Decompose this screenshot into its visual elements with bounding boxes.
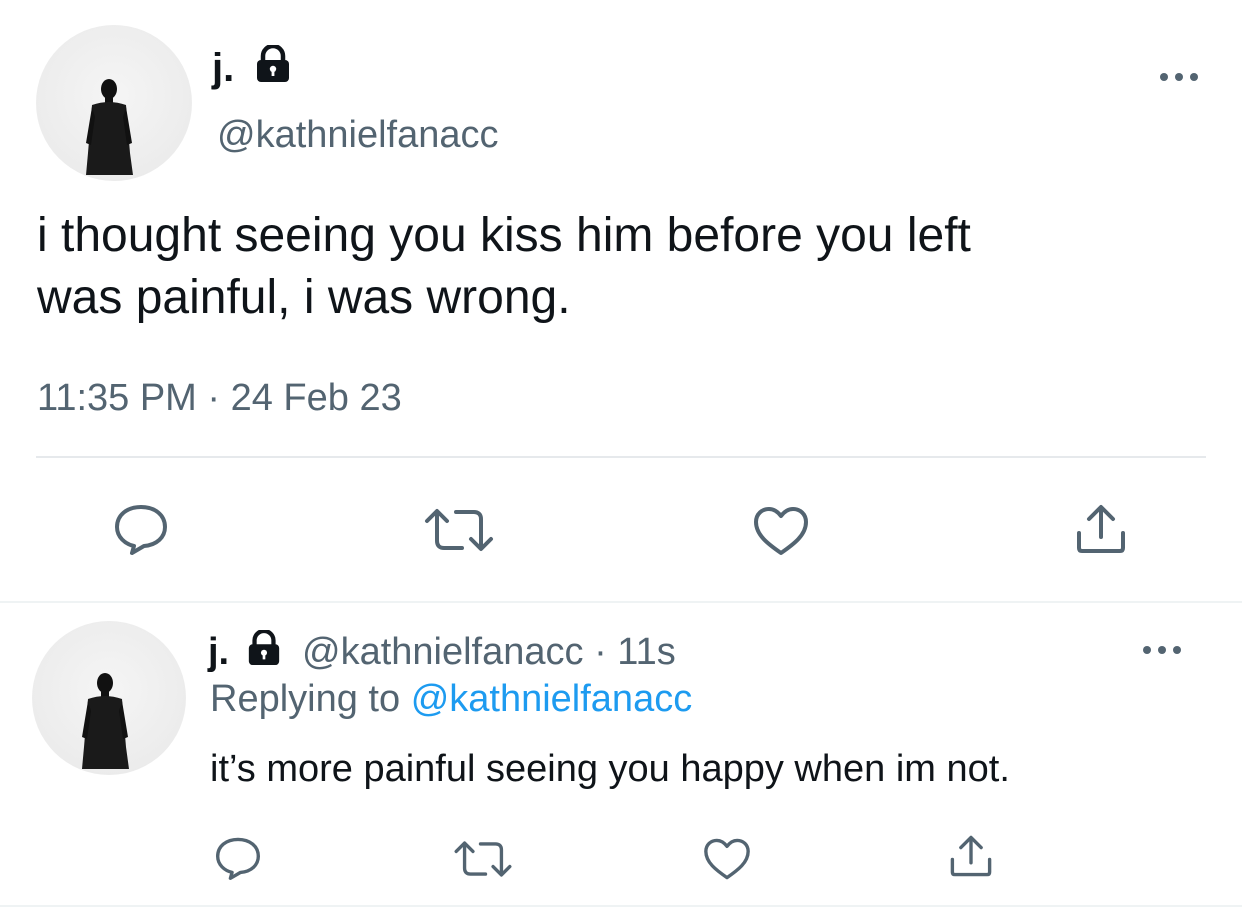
reply-display-name[interactable]: j. [208,629,229,675]
replying-to-line: Replying to @kathnielfanacc [210,676,692,722]
lock-icon [252,45,294,83]
replying-to-label: Replying to [210,678,401,720]
person-silhouette-icon [82,673,129,769]
reply-avatar[interactable] [32,621,186,775]
main-display-name[interactable]: j. [212,44,234,92]
main-timestamp[interactable]: 11:35 PM · 24 Feb 23 [37,375,402,421]
more-icon[interactable] [1159,70,1199,88]
main-avatar[interactable] [36,25,192,181]
reply-tweet-text: it’s more painful seeing you happy when … [210,748,1010,790]
like-icon[interactable] [702,837,752,881]
reply-icon[interactable] [112,503,170,555]
tweet-separator [0,601,1242,603]
divider [36,456,1206,458]
retweet-icon[interactable] [422,505,496,555]
person-silhouette-icon [86,79,133,175]
main-handle[interactable]: @kathnielfanacc [217,112,499,158]
retweet-icon[interactable] [452,838,514,880]
reply-icon[interactable] [213,836,263,880]
main-tweet-text-line2: was painful, i was wrong. [37,271,571,324]
reply-meta[interactable]: @kathnielfanacc · 11s [302,629,676,675]
main-tweet-text: i thought seeing you kiss him before you… [37,205,971,329]
lock-icon [244,630,284,666]
share-icon[interactable] [1072,503,1130,555]
more-icon[interactable] [1142,643,1182,661]
share-icon[interactable] [946,834,996,878]
main-tweet-text-line1: i thought seeing you kiss him before you… [37,209,971,262]
bottom-separator [0,905,1242,907]
replying-to-handle[interactable]: @kathnielfanacc [411,678,693,720]
like-icon[interactable] [752,505,810,557]
